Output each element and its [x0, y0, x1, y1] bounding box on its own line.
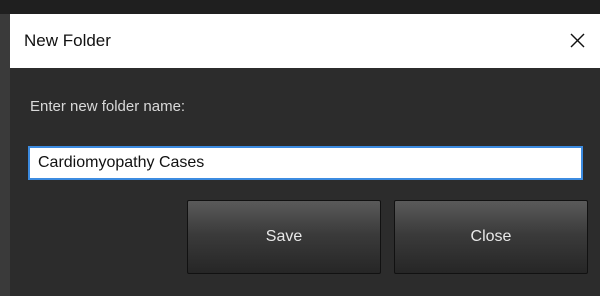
background-window-edge	[0, 14, 10, 296]
new-folder-dialog: New Folder Enter new folder name: Save C…	[10, 14, 600, 296]
close-button[interactable]: Close	[394, 200, 588, 274]
save-button[interactable]: Save	[187, 200, 381, 274]
close-icon	[570, 33, 585, 48]
dialog-titlebar: New Folder	[10, 14, 600, 68]
background-window-strip	[0, 0, 600, 14]
folder-name-prompt: Enter new folder name:	[30, 98, 186, 115]
dialog-title: New Folder	[24, 31, 111, 50]
titlebar-close-button[interactable]	[554, 14, 600, 68]
folder-name-input[interactable]	[28, 146, 583, 180]
